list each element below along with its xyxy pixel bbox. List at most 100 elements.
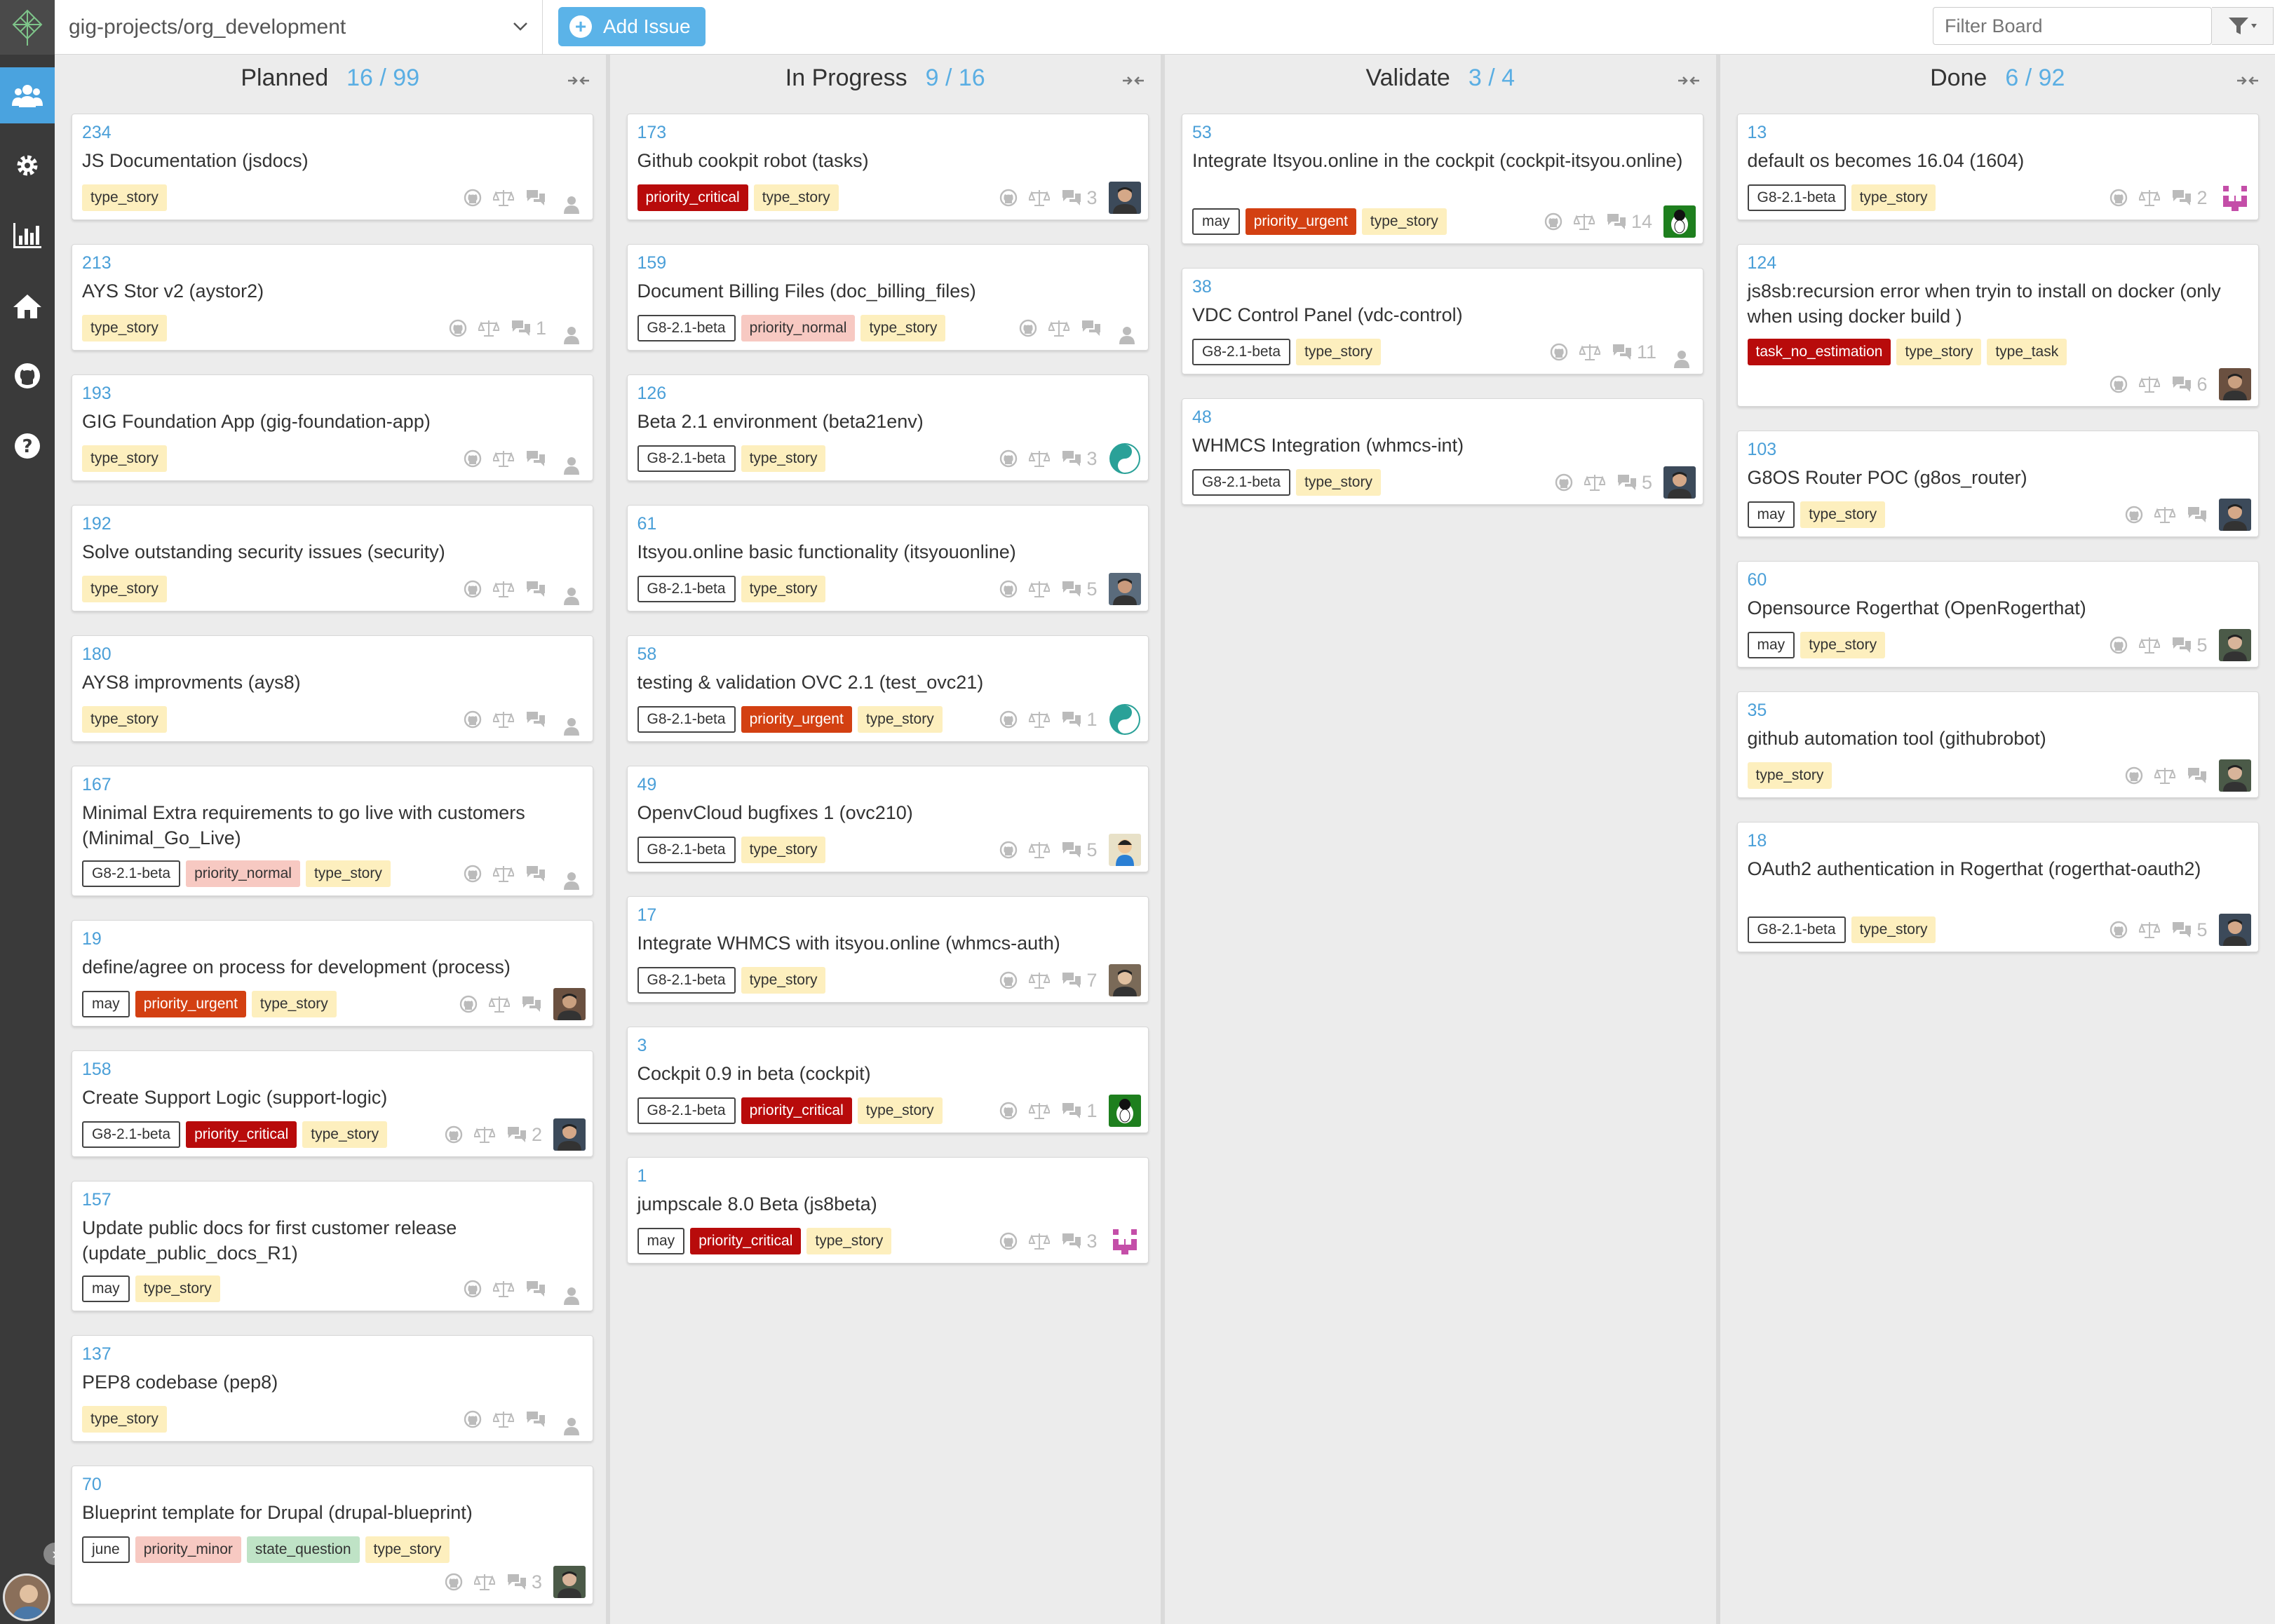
label-badge[interactable]: priority_minor [135,1536,241,1563]
issue-number[interactable]: 60 [1748,570,1767,590]
label-badge[interactable]: priority_critical [186,1121,297,1148]
label-badge[interactable]: G8-2.1-beta [637,315,736,341]
label-badge[interactable]: type_story [302,1121,388,1148]
issue-card[interactable]: 180 AYS8 improvments (ays8) type_story [72,635,593,742]
unassigned-icon[interactable] [558,1403,586,1435]
issue-card[interactable]: 157 Update public docs for first customer… [72,1181,593,1311]
label-badge[interactable]: priority_urgent [741,706,852,733]
label-badge[interactable]: type_story [741,576,826,602]
issue-title[interactable]: AYS Stor v2 (aystor2) [82,278,587,304]
label-badge[interactable]: state_question [246,1536,360,1563]
add-issue-button[interactable]: + Add Issue [558,7,706,46]
issue-number[interactable]: 157 [82,1190,112,1210]
issue-card[interactable]: 167 Minimal Extra requirements to go live… [72,766,593,896]
issue-number[interactable]: 13 [1748,123,1767,143]
issue-card[interactable]: 18 OAuth2 authentication in Rogerthat (ro… [1736,822,2259,952]
issue-title[interactable]: Opensource Rogerthat (OpenRogerthat) [1748,595,2253,621]
estimate-icon[interactable] [489,995,510,1013]
unassigned-icon[interactable] [558,312,586,344]
comments-icon[interactable] [1061,580,1082,598]
label-badge[interactable]: type_story [860,315,946,341]
comments-icon[interactable] [2187,506,2208,524]
issue-card[interactable]: 124 js8sb:recursion error when tryin to i… [1736,244,2259,407]
issue-title[interactable]: JS Documentation (jsdocs) [82,148,587,173]
issue-title[interactable]: Create Support Logic (support-logic) [82,1085,587,1110]
comments-icon[interactable] [525,710,546,729]
assignee-avatar[interactable] [2218,368,2251,400]
label-badge[interactable]: may [637,1228,685,1254]
issue-title[interactable]: default os becomes 16.04 (1604) [1748,148,2253,173]
unassigned-icon[interactable] [558,858,586,890]
issue-number[interactable]: 137 [82,1344,112,1365]
issue-number[interactable]: 53 [1192,123,1212,143]
issue-title[interactable]: Beta 2.1 environment (beta21env) [637,409,1142,434]
comments-icon[interactable] [525,1410,546,1428]
assignee-avatar[interactable] [1108,834,1141,866]
assignee-avatar[interactable] [2218,499,2251,531]
label-badge[interactable]: type_story [305,860,391,887]
issue-number[interactable]: 167 [82,775,112,795]
collapse-column-icon[interactable] [567,67,590,95]
collapse-column-icon[interactable] [2236,67,2260,95]
label-badge[interactable]: may [1747,632,1795,658]
issue-card[interactable]: 13 default os becomes 16.04 (1604) G8-2.1-… [1736,114,2259,220]
label-badge[interactable]: G8-2.1-beta [1192,469,1291,496]
github-icon[interactable] [2109,921,2128,939]
filter-button[interactable] [2212,7,2274,45]
comments-icon[interactable] [1612,343,1633,361]
issue-number[interactable]: 18 [1748,831,1767,851]
estimate-icon[interactable] [493,580,514,598]
label-badge[interactable]: type_story [1851,184,1936,211]
assignee-avatar[interactable] [553,1566,586,1598]
chart-icon[interactable] [0,208,55,264]
issue-title[interactable]: OAuth2 authentication in Rogerthat (roge… [1748,856,2253,881]
github-icon[interactable] [464,1410,482,1428]
issue-card[interactable]: 19 define/agree on process for developmen… [72,920,593,1027]
github-icon[interactable] [999,1102,1018,1120]
issue-card[interactable]: 61 Itsyou.online basic functionality (its… [626,505,1149,611]
logo-icon[interactable] [0,0,55,55]
issue-title[interactable]: testing & validation OVC 2.1 (test_ovc21… [637,670,1142,695]
issue-card[interactable]: 103 G8OS Router POC (g8os_router) may type_… [1736,431,2259,537]
comments-icon[interactable] [1061,1232,1082,1250]
github-icon[interactable] [999,580,1018,598]
unassigned-icon[interactable] [558,1273,586,1305]
label-badge[interactable]: priority_critical [690,1228,802,1254]
label-badge[interactable]: june [82,1536,130,1563]
issue-number[interactable]: 173 [637,123,667,143]
issue-number[interactable]: 192 [82,514,112,534]
issue-card[interactable]: 213 AYS Stor v2 (aystor2) type_story 1 [72,244,593,351]
issue-card[interactable]: 173 Github cookpit robot (tasks) priority_… [626,114,1149,220]
gear-icon[interactable] [0,137,55,194]
estimate-icon[interactable] [1029,971,1051,989]
github-icon[interactable] [1550,343,1568,361]
issue-number[interactable]: 49 [637,775,657,795]
estimate-icon[interactable] [493,865,514,883]
github-icon[interactable] [2109,375,2128,393]
unassigned-icon[interactable] [558,182,586,214]
issue-card[interactable]: 58 testing & validation OVC 2.1 (test_ovc… [626,635,1149,742]
issue-title[interactable]: define/agree on process for development … [82,954,587,980]
github-icon[interactable] [464,580,482,598]
label-badge[interactable]: type_story [135,1275,220,1302]
assignee-avatar[interactable] [1109,442,1141,475]
issue-card[interactable]: 234 JS Documentation (jsdocs) type_story [72,114,593,220]
help-icon[interactable]: ? [0,418,55,474]
comments-icon[interactable] [1061,189,1082,207]
label-badge[interactable]: G8-2.1-beta [637,445,736,472]
label-badge[interactable]: G8-2.1-beta [1192,339,1291,365]
assignee-avatar[interactable] [1108,1225,1141,1257]
issue-number[interactable]: 234 [82,123,112,143]
comments-icon[interactable] [506,1573,527,1591]
comments-icon[interactable] [521,995,542,1013]
issue-number[interactable]: 1 [637,1166,647,1186]
unassigned-icon[interactable] [558,703,586,736]
estimate-icon[interactable] [473,1573,495,1591]
unassigned-icon[interactable] [1113,312,1141,344]
estimate-icon[interactable] [1029,580,1051,598]
label-badge[interactable]: type_story [741,445,826,472]
github-icon[interactable] [2125,766,2143,785]
issue-number[interactable]: 3 [637,1036,647,1056]
label-badge[interactable]: type_story [82,576,167,602]
github-icon[interactable] [999,841,1018,859]
